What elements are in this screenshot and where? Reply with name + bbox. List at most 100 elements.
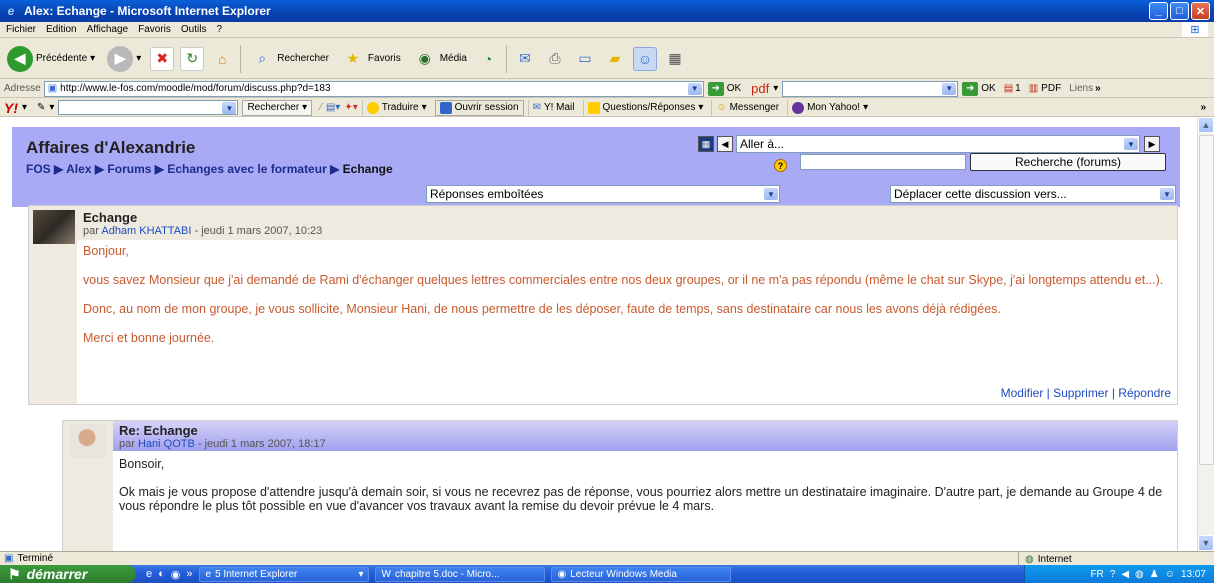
forum-search-input[interactable] xyxy=(800,154,966,170)
network-icon[interactable]: ◍ xyxy=(1135,569,1144,580)
display-mode-select[interactable]: Réponses emboîtées ▼ xyxy=(426,185,780,203)
breadcrumb-forums[interactable]: Forums xyxy=(107,162,151,176)
menu-fichier[interactable]: Fichier xyxy=(6,24,36,35)
links-label[interactable]: Liens xyxy=(1069,83,1093,94)
go-button[interactable]: OK xyxy=(727,83,741,94)
refresh-icon[interactable]: ↻ xyxy=(180,46,205,71)
ymail-button[interactable]: ✉ Y! Mail xyxy=(527,99,579,116)
scroll-thumb[interactable] xyxy=(1199,135,1214,465)
jump-to-dropdown-icon[interactable]: ▼ xyxy=(1124,138,1138,150)
minimize-button[interactable]: _ xyxy=(1149,2,1168,20)
menu-help[interactable]: ? xyxy=(216,24,222,35)
pdf-button[interactable]: PDF xyxy=(1041,83,1061,94)
reply-link[interactable]: Répondre xyxy=(1118,386,1171,400)
media-icon: ◉ xyxy=(418,50,431,66)
forum-search-button[interactable]: Recherche (forums) xyxy=(970,153,1166,171)
pdf-input-dropdown-icon[interactable]: ▼ xyxy=(942,82,957,95)
quicklaunch-desktop-icon[interactable]: ◐ xyxy=(158,568,165,580)
home-icon[interactable]: ⌂ xyxy=(210,47,234,71)
yahoo-chevron-icon[interactable]: » xyxy=(1200,102,1206,113)
search-button[interactable]: ⌕ Rechercher xyxy=(247,43,332,75)
messenger-button[interactable]: ☺ Messenger xyxy=(711,99,783,116)
go2-button[interactable]: OK xyxy=(981,83,995,94)
open-session-button[interactable]: Ouvrir session xyxy=(434,99,524,116)
move-discussion-select[interactable]: Déplacer cette discussion vers... ▼ xyxy=(890,185,1176,203)
address-dropdown-icon[interactable]: ▼ xyxy=(687,82,702,95)
next-activity-button[interactable]: ▶ xyxy=(1144,136,1160,152)
yahoo-search-button[interactable]: Rechercher ▾ xyxy=(242,99,313,116)
display-mode-dropdown-icon[interactable]: ▼ xyxy=(764,188,778,200)
edit-link[interactable]: Modifier xyxy=(1001,386,1044,400)
delete-link[interactable]: Supprimer xyxy=(1053,386,1108,400)
folder-icon[interactable]: ▰ xyxy=(603,47,627,71)
stop-icon[interactable]: ✖ xyxy=(150,46,175,71)
task-internet-explorer[interactable]: e 5 Internet Explorer ▾ xyxy=(198,566,369,582)
edit-icon[interactable]: ▭ xyxy=(573,47,597,71)
menu-affichage[interactable]: Affichage xyxy=(87,24,129,35)
yahoo-logo-icon[interactable]: Y! xyxy=(4,100,18,116)
research-icon[interactable]: ▦ xyxy=(663,47,687,71)
pdf-input[interactable]: ▼ xyxy=(782,80,959,97)
pdf-dropdown-icon[interactable]: ▾ xyxy=(773,83,778,94)
messenger-icon[interactable]: ☺ xyxy=(632,46,657,71)
maximize-button[interactable]: □ xyxy=(1170,2,1189,20)
questions-button[interactable]: Questions/Réponses ▾ xyxy=(582,99,708,116)
vertical-scrollbar[interactable]: ▲ ▼ xyxy=(1197,117,1214,551)
start-button[interactable]: ⚑ démarrer xyxy=(0,565,136,583)
translate-button[interactable]: Traduire ▾ xyxy=(361,99,431,116)
messenger-tray-icon[interactable]: ☺ xyxy=(1165,569,1175,580)
display-mode-value: Réponses emboîtées xyxy=(430,187,544,201)
help-tray-icon[interactable]: ? xyxy=(1110,569,1116,580)
pdf-label[interactable]: pdf xyxy=(751,81,769,96)
quicklaunch-media-icon[interactable]: ◉ xyxy=(171,568,181,581)
highlight-icon[interactable]: ⁄ xyxy=(320,102,322,113)
go2-arrow-icon[interactable]: ➜ xyxy=(962,81,979,96)
move-discussion-dropdown-icon[interactable]: ▼ xyxy=(1160,188,1174,200)
yahoo-menu-dropdown-icon[interactable]: ▾ xyxy=(22,102,27,113)
task-word-document[interactable]: W chapitre 5.doc - Micro... xyxy=(374,566,545,582)
task-media-player[interactable]: ◉ Lecteur Windows Media xyxy=(550,566,731,582)
forward-arrow-icon: ▶ xyxy=(107,45,134,72)
yahoo-search-dropdown-icon[interactable]: ▼ xyxy=(222,102,237,114)
quicklaunch-chevron-icon[interactable]: » xyxy=(186,568,192,580)
address-input[interactable]: ▣ http://www.le-fos.com/moodle/mod/forum… xyxy=(43,80,704,97)
avatar[interactable] xyxy=(69,424,105,458)
media-button[interactable]: ◉ Média xyxy=(410,43,470,75)
go-arrow-icon[interactable]: ➜ xyxy=(707,81,724,96)
scroll-down-icon[interactable]: ▼ xyxy=(1198,535,1214,551)
layout-icon[interactable]: ▤▾ xyxy=(326,102,340,113)
yahoo-search-input[interactable]: ▼ xyxy=(58,100,239,115)
pencil-dropdown-icon[interactable]: ▾ xyxy=(49,102,54,113)
forward-button[interactable]: ▶ ▾ xyxy=(104,43,144,75)
help-icon[interactable]: ? xyxy=(774,159,787,172)
author-link[interactable]: Hani QOTB xyxy=(138,438,195,450)
forward-dropdown-icon[interactable]: ▾ xyxy=(136,53,141,64)
scroll-up-icon[interactable]: ▲ xyxy=(1198,117,1214,133)
menu-favoris[interactable]: Favoris xyxy=(138,24,171,35)
language-indicator[interactable]: FR xyxy=(1090,569,1103,580)
my-yahoo-button[interactable]: Mon Yahoo! ▾ xyxy=(787,99,872,116)
previous-activity-button[interactable]: ◀ xyxy=(717,136,733,152)
breadcrumb-echanges[interactable]: Echanges avec le formateur xyxy=(167,162,326,176)
volume-icon[interactable]: ◀ xyxy=(1121,569,1129,580)
jump-to-select[interactable]: Aller à... ▼ xyxy=(736,135,1140,153)
author-link[interactable]: Adham KHATTABI xyxy=(101,225,191,237)
back-dropdown-icon[interactable]: ▾ xyxy=(90,53,95,64)
menu-outils[interactable]: Outils xyxy=(181,24,207,35)
mail-icon[interactable]: ✉ xyxy=(513,47,537,71)
favorites-button[interactable]: ★ Favoris xyxy=(338,43,404,75)
window-title-bar[interactable]: e Alex: Echange - Microsoft Internet Exp… xyxy=(0,0,1214,22)
breadcrumb-alex[interactable]: Alex xyxy=(66,162,91,176)
avatar[interactable] xyxy=(33,210,75,244)
links-chevron-icon[interactable]: » xyxy=(1095,83,1101,94)
antispy-icon[interactable]: ✦▾ xyxy=(344,102,357,113)
menu-edition[interactable]: Edition xyxy=(46,24,77,35)
back-button[interactable]: ◀ Précédente ▾ xyxy=(4,43,98,75)
user-icon[interactable]: ♟ xyxy=(1150,569,1159,580)
print-icon[interactable]: ⎙ xyxy=(543,47,567,71)
pencil-icon[interactable]: ✎ xyxy=(37,102,45,113)
quicklaunch-ie-icon[interactable]: e xyxy=(146,568,152,580)
history-icon[interactable]: ◔ xyxy=(476,47,500,71)
close-button[interactable]: ✕ xyxy=(1191,2,1210,20)
breadcrumb-fos[interactable]: FOS xyxy=(26,162,51,176)
